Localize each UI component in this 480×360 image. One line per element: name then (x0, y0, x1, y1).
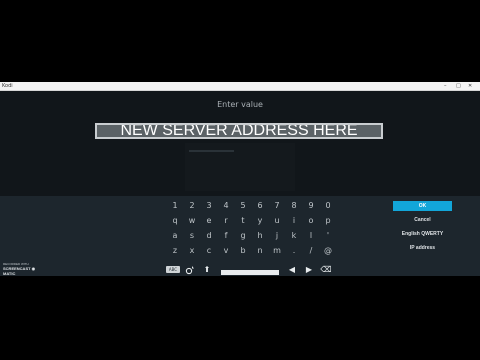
key-4[interactable]: 4 (218, 200, 234, 212)
ok-button[interactable]: OK (393, 201, 452, 211)
watermark-logo: SCREENCAST ◉ MATIC (3, 266, 36, 276)
key-period[interactable]: . (286, 245, 302, 257)
key-n[interactable]: n (252, 245, 268, 257)
left-arrow-icon[interactable]: ◀ (284, 264, 300, 276)
key-2[interactable]: 2 (184, 200, 200, 212)
key-a[interactable]: a (167, 230, 183, 242)
key-b[interactable]: b (235, 245, 251, 257)
background-dialog-text (189, 150, 234, 152)
space-bar[interactable] (221, 270, 279, 275)
key-i[interactable]: i (286, 215, 302, 227)
key-w[interactable]: w (184, 215, 200, 227)
key-p[interactable]: p (320, 215, 336, 227)
key-g[interactable]: g (235, 230, 251, 242)
key-y[interactable]: y (252, 215, 268, 227)
key-j[interactable]: j (269, 230, 285, 242)
window-titlebar: Kodi – □ ✕ (0, 82, 480, 91)
maximize-icon[interactable]: □ (456, 82, 461, 90)
key-0[interactable]: 0 (320, 200, 336, 212)
keyboard-layout-button[interactable]: English QWERTY (393, 229, 452, 239)
backspace-icon[interactable]: ⌫ (318, 264, 334, 276)
key-8[interactable]: 8 (286, 200, 302, 212)
shift-icon[interactable] (182, 264, 198, 276)
key-o[interactable]: o (303, 215, 319, 227)
caps-icon[interactable]: ⬆ (199, 264, 215, 276)
key-t[interactable]: t (235, 215, 251, 227)
key-v[interactable]: v (218, 245, 234, 257)
key-d[interactable]: d (201, 230, 217, 242)
key-6[interactable]: 6 (252, 200, 268, 212)
key-5[interactable]: 5 (235, 200, 251, 212)
dialog-heading: Enter value (217, 100, 263, 109)
ip-address-button[interactable]: IP address (393, 243, 452, 253)
key-z[interactable]: z (167, 245, 183, 257)
value-input[interactable] (97, 125, 381, 137)
cancel-button[interactable]: Cancel (393, 215, 452, 225)
symbols-icon[interactable]: ABC (166, 266, 180, 273)
key-7[interactable]: 7 (269, 200, 285, 212)
key-s[interactable]: s (184, 230, 200, 242)
key-m[interactable]: m (269, 245, 285, 257)
key-slash[interactable]: / (303, 245, 319, 257)
key-u[interactable]: u (269, 215, 285, 227)
key-9[interactable]: 9 (303, 200, 319, 212)
screencast-watermark: RECORDED WITH SCREENCAST ◉ MATIC (3, 263, 48, 277)
key-k[interactable]: k (286, 230, 302, 242)
value-field[interactable] (95, 123, 383, 139)
virtual-keyboard-dialog: Enter value 1 2 3 4 5 6 7 8 9 0 q w e r … (0, 91, 480, 276)
key-c[interactable]: c (201, 245, 217, 257)
window-title: Kodi (2, 83, 13, 89)
key-x[interactable]: x (184, 245, 200, 257)
key-3[interactable]: 3 (201, 200, 217, 212)
key-q[interactable]: q (167, 215, 183, 227)
key-e[interactable]: e (201, 215, 217, 227)
minimize-icon[interactable]: – (444, 82, 447, 90)
key-at[interactable]: @ (320, 245, 336, 257)
key-h[interactable]: h (252, 230, 268, 242)
key-r[interactable]: r (218, 215, 234, 227)
key-1[interactable]: 1 (167, 200, 183, 212)
key-apostrophe[interactable]: ' (320, 230, 336, 242)
close-icon[interactable]: ✕ (468, 82, 472, 90)
key-f[interactable]: f (218, 230, 234, 242)
key-l[interactable]: l (303, 230, 319, 242)
right-arrow-icon[interactable]: ▶ (301, 264, 317, 276)
